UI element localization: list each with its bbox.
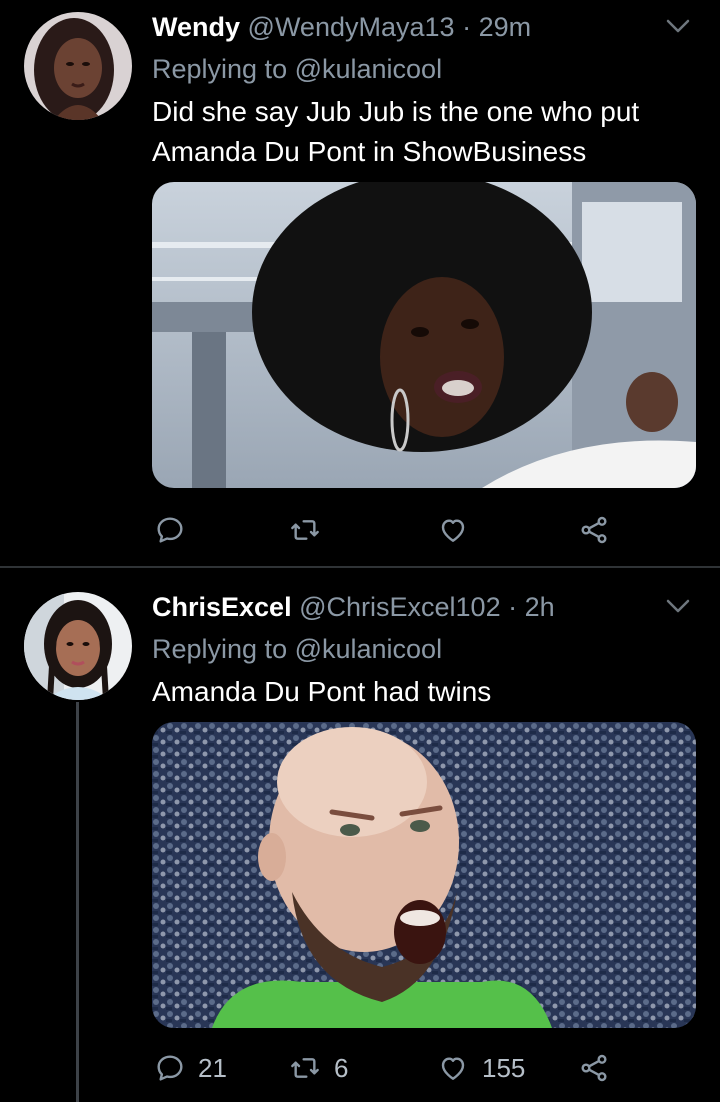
reply-button[interactable]: 21: [154, 1048, 227, 1088]
avatar[interactable]: [24, 592, 132, 700]
action-bar: [152, 510, 692, 550]
chevron-down-icon[interactable]: [664, 596, 692, 616]
share-button[interactable]: [578, 510, 610, 550]
reply-count: 21: [198, 1052, 227, 1083]
like-button[interactable]: [436, 510, 482, 550]
retweet-button[interactable]: 6: [288, 1048, 348, 1088]
timestamp[interactable]: 2h: [525, 592, 555, 622]
like-count: 155: [482, 1052, 526, 1083]
share-icon: [578, 514, 610, 546]
display-name[interactable]: ChrisExcel: [152, 592, 292, 622]
tweet-header: Wendy @WendyMaya13 · 29m: [152, 10, 531, 44]
separator-dot: ·: [508, 592, 518, 622]
avatar[interactable]: [24, 12, 132, 120]
user-handle[interactable]: @WendyMaya13: [248, 12, 455, 42]
tweet-image[interactable]: [152, 182, 696, 488]
retweet-icon: [288, 1052, 322, 1084]
tweet-text: Did she say Jub Jub is the one who put A…: [152, 96, 640, 167]
tweet[interactable]: ChrisExcel @ChrisExcel102 · 2h Replying …: [0, 568, 720, 1102]
reply-icon: [154, 1052, 186, 1084]
tweet-text: Amanda Du Pont had twins: [152, 676, 492, 707]
retweet-count: 6: [334, 1052, 349, 1083]
separator-dot: ·: [462, 12, 472, 42]
replying-to[interactable]: Replying to @kulanicool: [152, 52, 442, 86]
like-icon: [436, 1052, 470, 1084]
share-button[interactable]: [578, 1048, 610, 1088]
chevron-down-icon[interactable]: [664, 16, 692, 36]
like-icon: [436, 514, 470, 546]
reply-icon: [154, 514, 186, 546]
timestamp[interactable]: 29m: [479, 12, 532, 42]
share-icon: [578, 1052, 610, 1084]
user-handle[interactable]: @ChrisExcel102: [299, 592, 501, 622]
retweet-button[interactable]: [288, 510, 334, 550]
reply-button[interactable]: [154, 510, 198, 550]
replying-to[interactable]: Replying to @kulanicool: [152, 632, 442, 666]
retweet-icon: [288, 514, 322, 546]
action-bar: 21 6 155: [152, 1048, 692, 1088]
tweet-image[interactable]: [152, 722, 696, 1028]
tweet[interactable]: Wendy @WendyMaya13 · 29m Replying to @ku…: [0, 0, 720, 566]
thread-line: [76, 702, 79, 1102]
like-button[interactable]: 155: [436, 1048, 525, 1088]
display-name[interactable]: Wendy: [152, 12, 240, 42]
tweet-header: ChrisExcel @ChrisExcel102 · 2h: [152, 590, 555, 624]
